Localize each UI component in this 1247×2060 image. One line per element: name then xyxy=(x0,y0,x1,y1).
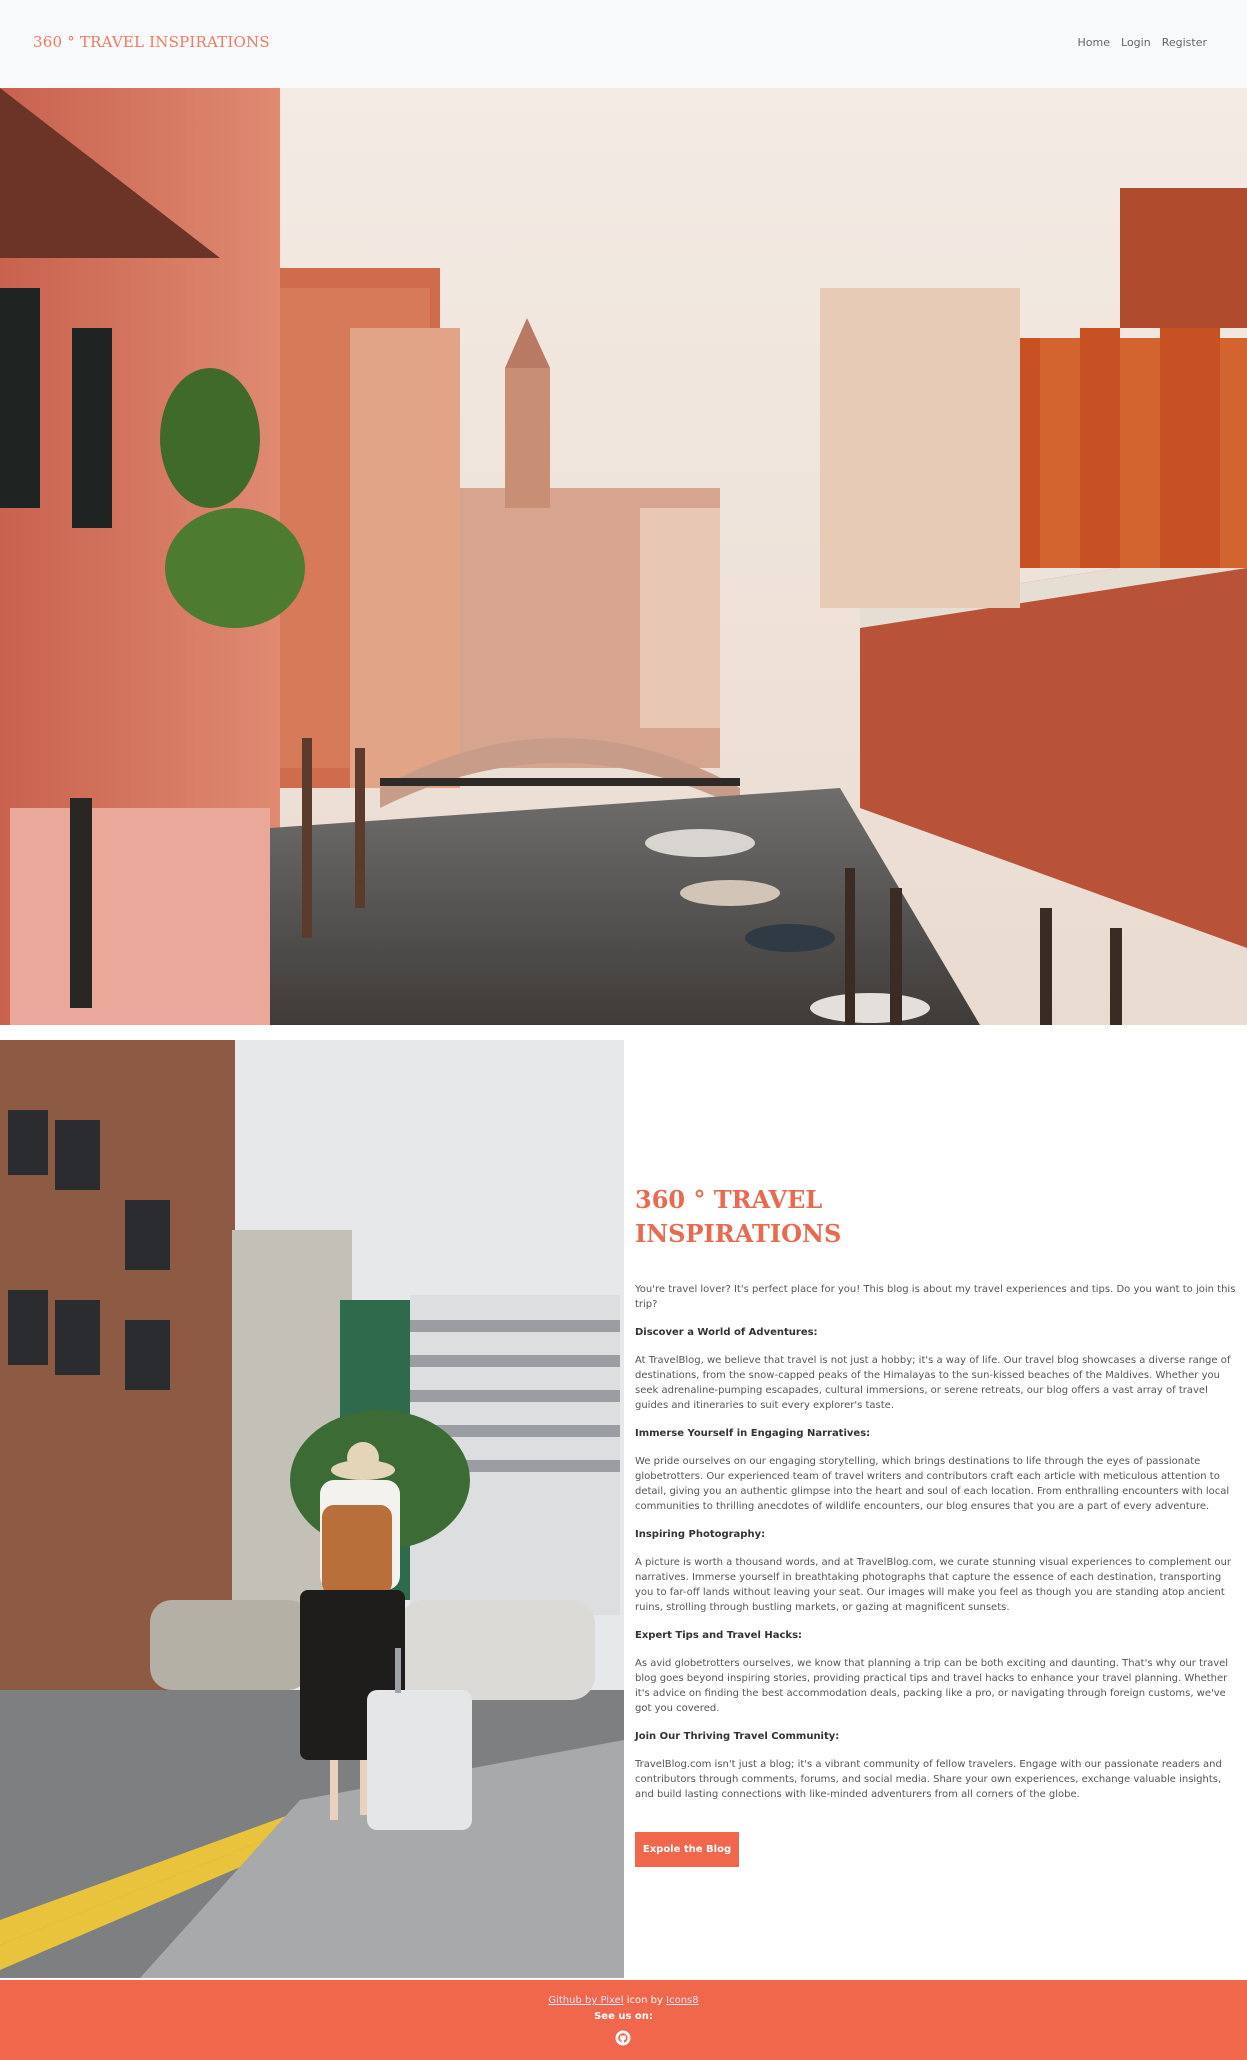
see-us-label: See us on: xyxy=(594,2011,653,2022)
page-title: 360 ° TRAVEL INSPIRATIONS xyxy=(635,1185,842,1248)
explore-blog-button[interactable]: Expole the Blog xyxy=(635,1832,739,1867)
section-heading: Expert Tips and Travel Hacks: xyxy=(635,1630,803,1641)
icons8-link[interactable]: Icons8 xyxy=(666,1995,698,2006)
site-header: 360 ° TRAVEL INSPIRATIONS Home Login Reg… xyxy=(0,0,1247,88)
traveler-street-image xyxy=(0,1040,624,1978)
nav-home-link[interactable]: Home xyxy=(1078,36,1110,49)
intro-text: You're travel lover? It's perfect place … xyxy=(635,1284,1236,1310)
main-nav: Home Login Register xyxy=(1078,36,1207,49)
section-heading: Inspiring Photography: xyxy=(635,1529,766,1540)
article-body: You're travel lover? It's perfect place … xyxy=(635,1282,1240,1815)
brand-logo[interactable]: 360 ° TRAVEL INSPIRATIONS xyxy=(33,33,270,51)
section-text: TravelBlog.com isn't just a blog; it's a… xyxy=(635,1759,1222,1800)
section-heading: Discover a World of Adventures: xyxy=(635,1327,818,1338)
github-icon-credit-link[interactable]: Github by Pixel xyxy=(548,1995,623,2006)
nav-register-link[interactable]: Register xyxy=(1162,36,1207,49)
hero-venice-image xyxy=(0,88,1247,1025)
site-footer: Github by Pixel icon by Icons8 See us on… xyxy=(0,1980,1247,2060)
github-icon[interactable] xyxy=(615,2030,631,2046)
section-text: At TravelBlog, we believe that travel is… xyxy=(635,1355,1231,1411)
section-text: We pride ourselves on our engaging story… xyxy=(635,1456,1230,1512)
section-heading: Immerse Yourself in Engaging Narratives: xyxy=(635,1428,871,1439)
section-heading: Join Our Thriving Travel Community: xyxy=(635,1731,840,1742)
section-text: As avid globetrotters ourselves, we know… xyxy=(635,1658,1229,1714)
nav-login-link[interactable]: Login xyxy=(1121,36,1151,49)
section-text: A picture is worth a thousand words, and… xyxy=(635,1557,1231,1613)
icon-credit: Github by Pixel icon by Icons8 xyxy=(0,1995,1247,2006)
main-content: 360 ° TRAVEL INSPIRATIONS You're travel … xyxy=(635,1040,1240,1978)
credit-text: icon by xyxy=(623,1995,667,2006)
